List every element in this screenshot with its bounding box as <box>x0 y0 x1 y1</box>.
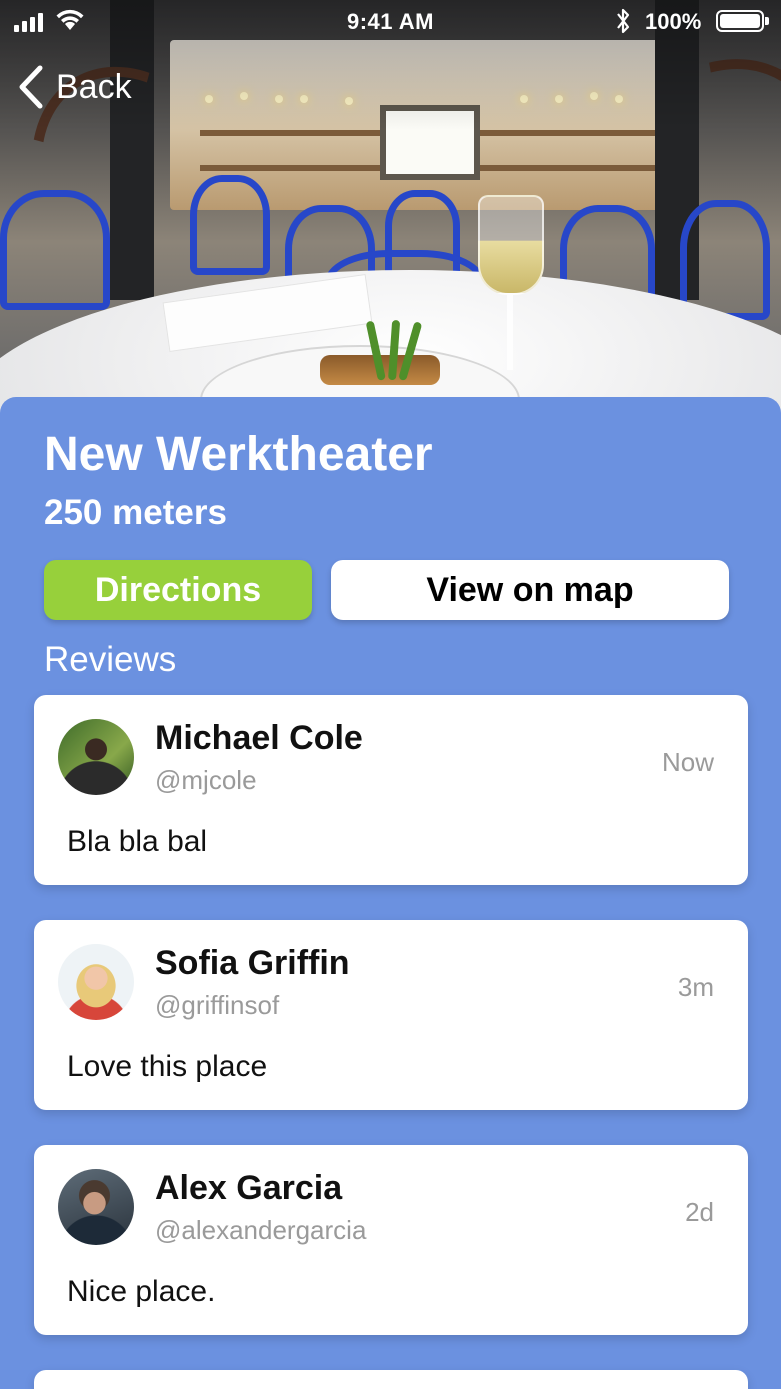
chevron-left-icon <box>19 65 43 109</box>
review-text: Love this place <box>67 1050 268 1083</box>
avatar <box>58 1169 134 1245</box>
back-button[interactable]: Back <box>16 64 132 110</box>
battery-percent: 100% <box>645 9 702 34</box>
reviewer-name: Michael Cole <box>155 719 363 757</box>
avatar <box>58 719 134 795</box>
review-time: 3m <box>677 972 714 1002</box>
reviewer-handle: @mjcole <box>155 765 257 795</box>
venue-title: New Werktheater <box>44 428 433 481</box>
review-text: Nice place. <box>67 1275 216 1308</box>
reviewer-name: Alex Garcia <box>155 1169 343 1207</box>
reviewer-handle: @griffinsof <box>155 990 280 1020</box>
back-label: Back <box>56 67 132 106</box>
battery-icon <box>716 10 769 32</box>
avatar <box>58 944 134 1020</box>
status-bar: 9:41 AM 100% <box>0 0 781 44</box>
venue-distance: 250 meters <box>44 493 227 532</box>
review-time: 2d <box>685 1197 714 1227</box>
review-text: Bla bla bal <box>67 825 208 858</box>
review-card[interactable]: Sofia Griffin @griffinsof 3m Love this p… <box>34 920 748 1110</box>
review-time: Now <box>661 747 714 777</box>
venue-detail-panel: New Werktheater 250 meters Directions Vi… <box>0 397 781 1389</box>
directions-button[interactable]: Directions <box>44 560 312 620</box>
reviewer-name: Sofia Griffin <box>155 944 350 982</box>
review-card[interactable]: Alex Garcia @alexandergarcia 2d Nice pla… <box>34 1145 748 1335</box>
review-card-partial[interactable] <box>34 1370 748 1389</box>
reviewer-handle: @alexandergarcia <box>155 1215 367 1245</box>
bluetooth-icon <box>617 8 630 34</box>
view-on-map-button[interactable]: View on map <box>331 560 729 620</box>
reviews-heading: Reviews <box>44 640 177 679</box>
review-card[interactable]: Michael Cole @mjcole Now Bla bla bal <box>34 695 748 885</box>
